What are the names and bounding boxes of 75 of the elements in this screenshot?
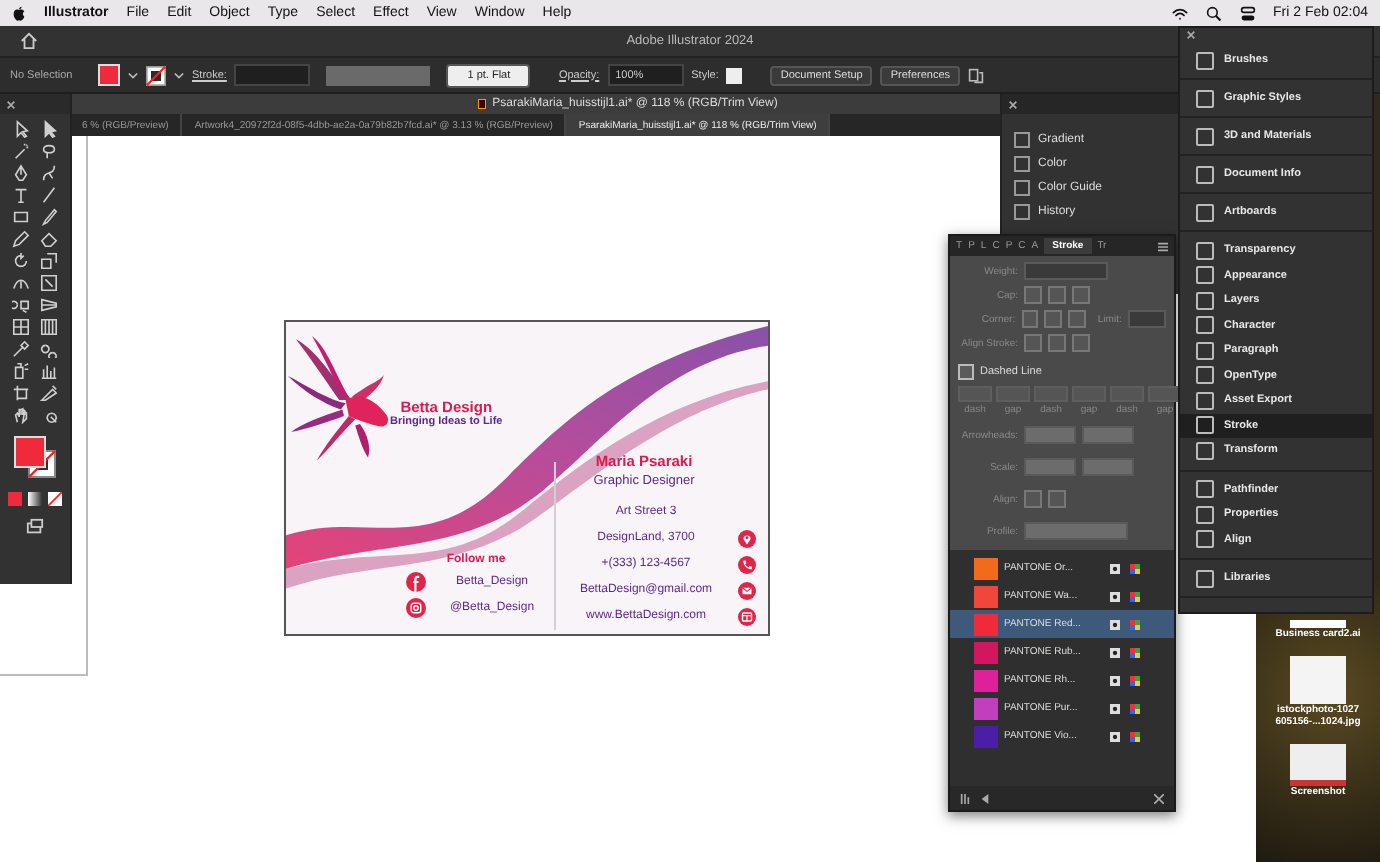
artboard-icon[interactable] xyxy=(12,384,30,402)
selection-arrow-icon[interactable] xyxy=(12,120,30,138)
color-grid-icon xyxy=(1130,731,1140,741)
apple-logo-icon[interactable] xyxy=(12,5,26,21)
color-grid-icon xyxy=(1130,591,1140,601)
type-icon[interactable] xyxy=(12,186,30,204)
caret-icon[interactable] xyxy=(174,71,184,79)
line-icon[interactable] xyxy=(40,186,58,204)
location-pin-icon xyxy=(738,529,756,547)
phone-icon xyxy=(738,555,756,573)
file-thumbnail[interactable] xyxy=(1290,744,1346,786)
scale-icon[interactable] xyxy=(40,252,58,270)
color-grid-icon xyxy=(1130,619,1140,629)
curvature-icon[interactable] xyxy=(40,164,58,182)
envelope-icon xyxy=(738,581,756,599)
eyedropper-icon[interactable] xyxy=(12,340,30,358)
color-mode-button[interactable] xyxy=(8,492,22,506)
paintbrush-icon[interactable] xyxy=(40,208,58,226)
panel-menu-icon[interactable] xyxy=(1158,241,1168,251)
direct-selection-icon[interactable] xyxy=(40,120,58,138)
stroke-none-swatch-icon[interactable] xyxy=(146,65,166,85)
zoom-icon[interactable] xyxy=(40,406,58,424)
stroke-weight-field[interactable] xyxy=(234,64,311,86)
arrange-documents-icon[interactable] xyxy=(968,67,985,83)
style-swatch[interactable] xyxy=(726,67,743,83)
color-grid-icon xyxy=(1130,647,1140,657)
spot-color-icon xyxy=(1110,703,1120,713)
ai-file-icon xyxy=(478,98,487,110)
mesh-icon[interactable] xyxy=(12,318,30,336)
fill-color-swatch[interactable] xyxy=(13,436,45,468)
bar-graph-icon[interactable] xyxy=(40,362,58,380)
gradient-icon[interactable] xyxy=(40,318,58,336)
camera-icon xyxy=(406,597,426,617)
file-thumbnail[interactable] xyxy=(1290,620,1346,628)
control-center-icon[interactable] xyxy=(1239,5,1256,21)
spot-color-icon xyxy=(1110,647,1120,657)
spot-color-icon xyxy=(1110,563,1120,573)
browser-icon xyxy=(738,607,756,625)
close-icon[interactable] xyxy=(1008,99,1018,109)
home-icon[interactable] xyxy=(20,32,38,50)
none-mode-button[interactable] xyxy=(48,492,62,506)
wifi-icon[interactable] xyxy=(1171,5,1188,21)
limit-field[interactable] xyxy=(1127,310,1167,328)
screen-mode-icon[interactable] xyxy=(26,518,44,536)
fill-swatch[interactable] xyxy=(98,64,120,86)
spot-color-icon xyxy=(1110,675,1120,685)
perspective-icon[interactable] xyxy=(40,296,58,314)
previous-arrow-icon[interactable] xyxy=(980,793,990,803)
pencil-icon[interactable] xyxy=(12,230,30,248)
gradient-mode-button[interactable] xyxy=(28,492,42,506)
slice-icon[interactable] xyxy=(40,384,58,402)
lasso-icon[interactable] xyxy=(40,142,58,160)
checkbox[interactable] xyxy=(958,364,974,380)
variable-width-profile[interactable] xyxy=(326,65,431,85)
close-icon[interactable] xyxy=(1186,30,1196,40)
caret-icon[interactable] xyxy=(128,71,138,79)
magic-wand-icon[interactable] xyxy=(12,142,30,160)
blend-icon[interactable] xyxy=(40,340,58,358)
spot-color-icon xyxy=(1110,731,1120,741)
color-grid-icon xyxy=(1130,563,1140,573)
eraser-icon[interactable] xyxy=(40,230,58,248)
rotate-icon[interactable] xyxy=(12,252,30,270)
spot-color-icon xyxy=(1110,591,1120,601)
symbol-sprayer-icon[interactable] xyxy=(12,362,30,380)
spot-color-icon xyxy=(1110,619,1120,629)
color-grid-icon xyxy=(1130,703,1140,713)
facebook-icon xyxy=(406,571,426,591)
weight-field[interactable] xyxy=(1024,262,1108,280)
search-icon[interactable] xyxy=(1205,5,1222,21)
rectangle-icon[interactable] xyxy=(12,208,30,226)
close-icon[interactable] xyxy=(6,99,16,109)
free-transform-icon[interactable] xyxy=(40,274,58,292)
color-grid-icon xyxy=(1130,675,1140,685)
pen-icon[interactable] xyxy=(12,164,30,182)
libraries-menu-icon[interactable] xyxy=(960,793,970,803)
